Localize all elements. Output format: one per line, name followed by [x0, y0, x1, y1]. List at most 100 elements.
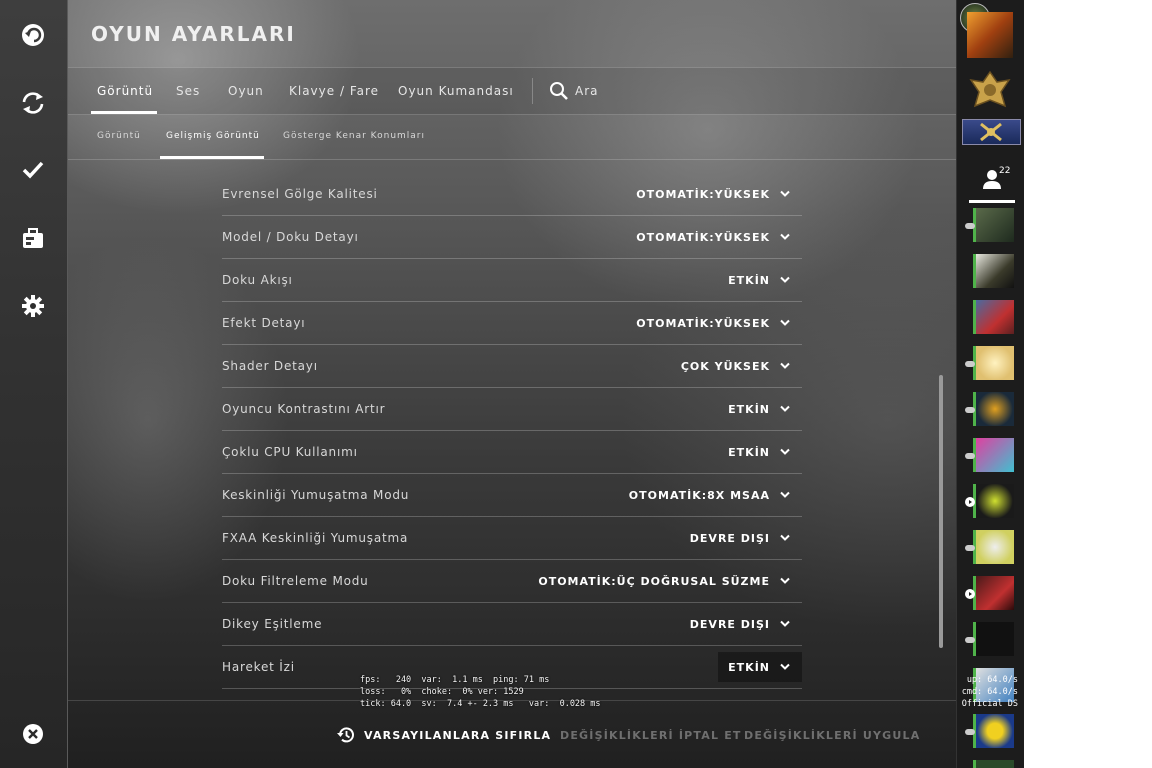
- controller-icon: [965, 223, 975, 229]
- setting-dropdown[interactable]: DEVRE DIŞI: [680, 523, 802, 553]
- play-icon: [965, 497, 975, 507]
- setting-dropdown[interactable]: OTOMATİK:YÜKSEK: [626, 222, 802, 252]
- reset-defaults-button[interactable]: VARSAYILANLARA SIFIRLA: [336, 725, 551, 745]
- rank-emblem-icon: [967, 68, 1013, 114]
- friend-avatar[interactable]: [973, 392, 1014, 426]
- setting-row: Dikey Eşitleme DEVRE DIŞI: [222, 603, 802, 646]
- chevron-down-icon: [780, 276, 790, 283]
- setting-row: Efekt Detayı OTOMATİK:YÜKSEK: [222, 302, 802, 345]
- setting-value: ÇOK YÜKSEK: [680, 359, 770, 373]
- setting-label: FXAA Keskinliği Yumuşatma: [222, 531, 409, 545]
- friend-avatar[interactable]: [973, 576, 1014, 610]
- setting-dropdown[interactable]: ETKİN: [718, 394, 802, 424]
- close-icon: [23, 724, 43, 744]
- setting-label: Dikey Eşitleme: [222, 617, 323, 631]
- subtab-advanced-video[interactable]: Gelişmiş Görüntü: [160, 114, 264, 159]
- setting-dropdown[interactable]: ETKİN: [718, 265, 802, 295]
- setting-dropdown[interactable]: OTOMATİK:ÜÇ DOĞRUSAL SÜZME: [528, 566, 802, 596]
- controller-icon: [965, 729, 975, 735]
- setting-dropdown[interactable]: DEVRE DIŞI: [680, 609, 802, 639]
- setting-dropdown[interactable]: OTOMATİK:8X MSAA: [619, 480, 802, 510]
- setting-dropdown[interactable]: OTOMATİK:YÜKSEK: [626, 179, 802, 209]
- friend-avatar[interactable]: [973, 208, 1014, 242]
- friends-tab[interactable]: 22: [969, 162, 1015, 203]
- setting-value: OTOMATİK:YÜKSEK: [636, 316, 770, 330]
- page-title: OYUN AYARLARI: [91, 22, 296, 46]
- tab-game[interactable]: Oyun: [228, 68, 264, 114]
- back-icon: [22, 24, 44, 46]
- setting-label: Efekt Detayı: [222, 316, 306, 330]
- chevron-down-icon: [780, 663, 790, 670]
- setting-dropdown[interactable]: OTOMATİK:YÜKSEK: [626, 308, 802, 338]
- quit-button[interactable]: [15, 716, 51, 752]
- setting-row: Doku Filtreleme Modu OTOMATİK:ÜÇ DOĞRUSA…: [222, 560, 802, 603]
- chevron-down-icon: [780, 233, 790, 240]
- setting-value: ETKİN: [728, 445, 770, 459]
- setting-value: OTOMATİK:8X MSAA: [628, 488, 770, 502]
- controller-icon: [965, 453, 975, 459]
- accept-button[interactable]: [15, 152, 51, 188]
- inventory-button[interactable]: [15, 221, 51, 257]
- settings-list: Evrensel Gölge Kalitesi OTOMATİK:YÜKSEK …: [222, 173, 802, 689]
- chevron-down-icon: [780, 448, 790, 455]
- back-button[interactable]: [15, 17, 51, 53]
- settings-button[interactable]: [15, 288, 51, 324]
- tab-controller[interactable]: Oyun Kumandası: [398, 68, 514, 114]
- refresh-button[interactable]: [15, 85, 51, 121]
- netgraph-line: fps: 240 var: 1.1 ms ping: 71 ms: [360, 675, 550, 685]
- netgraph-line: loss: 0% choke: 0% ver: 1529: [360, 687, 524, 697]
- setting-value: OTOMATİK:ÜÇ DOĞRUSAL SÜZME: [538, 574, 770, 588]
- chevron-down-icon: [780, 620, 790, 627]
- setting-dropdown[interactable]: ETKİN: [718, 437, 802, 467]
- play-icon: [965, 589, 975, 599]
- tab-audio[interactable]: Ses: [176, 68, 200, 114]
- setting-row: Keskinliği Yumuşatma Modu OTOMATİK:8X MS…: [222, 474, 802, 517]
- subtab-hud-edge-positions[interactable]: Gösterge Kenar Konumları: [283, 114, 425, 159]
- reset-defaults-label: VARSAYILANLARA SIFIRLA: [364, 728, 552, 742]
- chevron-down-icon: [780, 362, 790, 369]
- setting-label: Shader Detayı: [222, 359, 318, 373]
- tab-keyboard-mouse[interactable]: Klavye / Fare: [289, 68, 379, 114]
- scrollbar[interactable]: [939, 375, 943, 648]
- tab-video[interactable]: Görüntü: [90, 68, 158, 114]
- controller-icon: [965, 407, 975, 413]
- chevron-down-icon: [780, 319, 790, 326]
- net-stats-overlay: up: 64.0/s cmd: 64.0/s Official DS: [950, 674, 1018, 710]
- setting-label: Çoklu CPU Kullanımı: [222, 445, 358, 459]
- search-icon: [550, 82, 568, 100]
- apply-changes-button[interactable]: DEĞİŞİKLİKLERİ UYGULA: [744, 729, 920, 742]
- footer: VARSAYILANLARA SIFIRLA DEĞİŞİKLİKLERİ İP…: [68, 700, 956, 768]
- chevron-down-icon: [780, 190, 790, 197]
- subtab-video[interactable]: Görüntü: [97, 114, 141, 159]
- stats-line: Official DS: [961, 699, 1018, 709]
- checkmark-icon: [22, 161, 44, 179]
- gear-icon: [22, 295, 44, 317]
- setting-label: Evrensel Gölge Kalitesi: [222, 187, 378, 201]
- profile-avatar[interactable]: [967, 12, 1013, 58]
- setting-dropdown[interactable]: ETKİN: [718, 652, 802, 682]
- cancel-changes-button[interactable]: DEĞİŞİKLİKLERİ İPTAL ET: [560, 729, 742, 742]
- friend-avatar[interactable]: [973, 346, 1014, 380]
- friend-avatar[interactable]: [973, 300, 1014, 334]
- setting-row: Model / Doku Detayı OTOMATİK:YÜKSEK: [222, 216, 802, 259]
- setting-label: Doku Akışı: [222, 273, 293, 287]
- search-button[interactable]: Ara: [549, 80, 599, 102]
- setting-value: OTOMATİK:YÜKSEK: [636, 230, 770, 244]
- setting-label: Doku Filtreleme Modu: [222, 574, 369, 588]
- friend-avatar[interactable]: [973, 622, 1014, 656]
- setting-row: FXAA Keskinliği Yumuşatma DEVRE DIŞI: [222, 517, 802, 560]
- friend-avatar[interactable]: [973, 438, 1014, 472]
- chevron-down-icon: [780, 577, 790, 584]
- setting-row: Shader Detayı ÇOK YÜKSEK: [222, 345, 802, 388]
- setting-value: OTOMATİK:YÜKSEK: [636, 187, 770, 201]
- friends-count: 22: [999, 166, 1011, 176]
- friend-avatar[interactable]: [973, 760, 1014, 768]
- friend-avatar[interactable]: [973, 254, 1014, 288]
- setting-label: Model / Doku Detayı: [222, 230, 359, 244]
- setting-dropdown[interactable]: ÇOK YÜKSEK: [671, 351, 802, 381]
- friend-avatar[interactable]: [973, 714, 1014, 748]
- friend-avatar[interactable]: [973, 484, 1014, 518]
- sub-tabs: Görüntü Gelişmiş Görüntü Gösterge Kenar …: [68, 114, 956, 160]
- friend-avatar[interactable]: [973, 530, 1014, 564]
- setting-value: DEVRE DIŞI: [689, 617, 770, 631]
